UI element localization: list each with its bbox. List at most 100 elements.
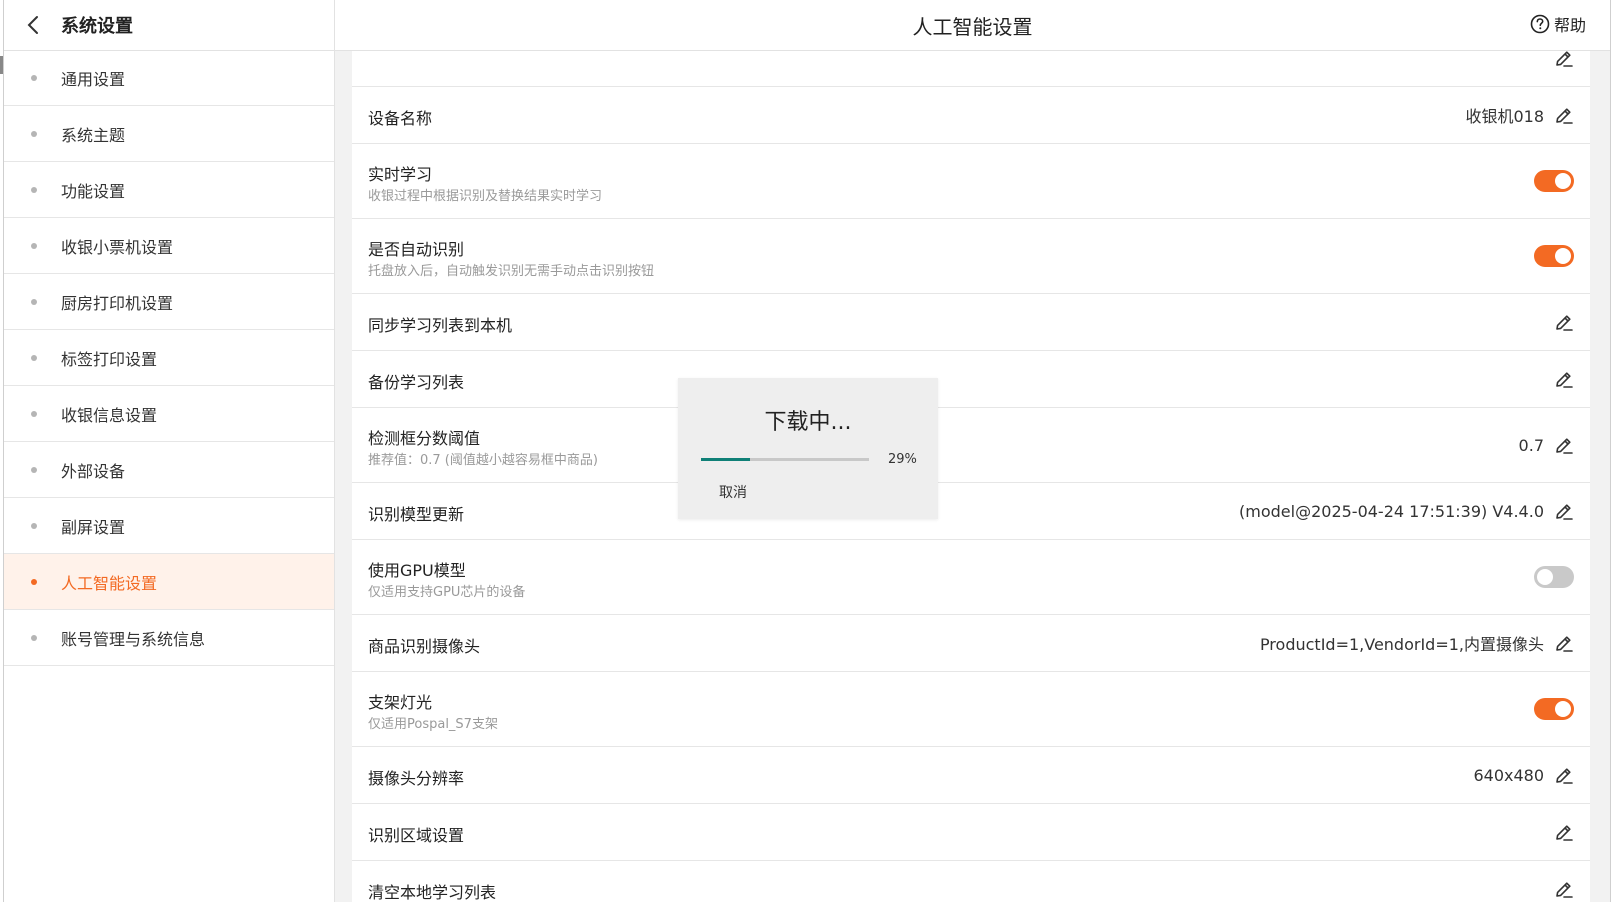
bullet-icon [31,355,37,361]
download-progress-bar [701,458,869,461]
sidebar-item-label: 副屏设置 [61,517,126,537]
settings-row[interactable]: 识别模型更新 (model@2025-04-24 17:51:39) V4.4.0 [352,483,1590,540]
settings-row[interactable]: 同步学习列表到本机 [352,294,1590,351]
settings-row[interactable]: 实时学习收银过程中根据识别及替换结果实时学习 [352,144,1590,219]
settings-row[interactable]: 识别区域设置 [352,804,1590,861]
back-button[interactable] [19,11,47,39]
pencil-icon[interactable] [1554,765,1574,785]
setting-title: 是否自动识别 [368,240,465,259]
sidebar-item-label: 厨房打印机设置 [61,293,174,313]
setting-controls [1554,294,1574,350]
cancel-button[interactable]: 取消 [719,482,747,502]
bullet-icon [31,243,37,249]
bullet-icon [31,187,37,193]
setting-title: 实时学习 [368,165,433,184]
sidebar-item-label: 功能设置 [61,181,126,201]
setting-value: 收银机018 [1465,107,1544,126]
bullet-icon [31,75,37,81]
download-progress-label: 29% [888,452,917,467]
sidebar-title: 系统设置 [61,16,133,37]
help-button[interactable]: 帮助 [1530,12,1586,36]
pencil-icon[interactable] [1554,501,1574,521]
download-dialog: 下载中... 29% 取消 [678,378,938,519]
setting-description: 推荐值：0.7 (阈值越小越容易框中商品) [368,453,598,468]
setting-title: 同步学习列表到本机 [368,316,513,335]
sidebar-item-label: 收银小票机设置 [61,237,174,257]
settings-row[interactable]: 商品识别摄像头 ProductId=1,VendorId=1,内置摄像头 [352,615,1590,672]
settings-content: 设备名称 收银机018 实时学习收银过程中根据识别及替换结果实时学习是否自动识别托盘… [335,50,1610,902]
settings-sidebar: 通用设置系统主题功能设置收银小票机设置 厨房打印机设置 标签打印设置 收银信息设置外部… [4,50,335,902]
settings-row[interactable]: 设备名称 收银机018 [352,87,1590,144]
bullet-icon [31,467,37,473]
setting-title: 检测框分数阈值 [368,429,481,448]
download-progress-fill [701,458,750,461]
settings-row[interactable] [352,50,1590,87]
bullet-icon [31,523,37,529]
page-title: 人工智能设置 [912,15,1033,39]
setting-description: 收银过程中根据识别及替换结果实时学习 [368,189,603,204]
sidebar-item-label: 通用设置 [61,69,126,89]
sidebar-item[interactable]: 系统主题 [4,106,334,162]
setting-toggle[interactable] [1534,245,1574,267]
setting-title: 识别区域设置 [368,826,465,845]
pencil-icon[interactable] [1554,435,1574,455]
sidebar-item[interactable]: 通用设置 [4,50,334,106]
bullet-icon [31,579,37,585]
setting-toggle[interactable] [1534,566,1574,588]
app-window: 系统设置 人工智能设置 帮助 通用设置系统主题功能设置收银小票机设置 厨房打印机设… [3,0,1611,902]
setting-title: 商品识别摄像头 [368,637,481,656]
setting-controls [1534,144,1574,218]
pencil-icon[interactable] [1554,105,1574,125]
setting-controls [1554,351,1574,407]
setting-controls: ProductId=1,VendorId=1,内置摄像头 [1260,615,1574,671]
pencil-icon[interactable] [1554,312,1574,332]
sidebar-item[interactable]: 收银小票机设置 [4,218,334,274]
pencil-icon[interactable] [1554,50,1574,68]
setting-title: 设备名称 [368,109,433,128]
settings-row[interactable]: 备份学习列表 [352,351,1590,408]
setting-controls [1534,540,1574,614]
sidebar-menu: 通用设置系统主题功能设置收银小票机设置 厨房打印机设置 标签打印设置 收银信息设置外部… [4,50,334,666]
setting-title: 备份学习列表 [368,373,465,392]
setting-controls: 640x480 [1473,747,1574,803]
sidebar-item[interactable]: 功能设置 [4,162,334,218]
settings-row[interactable]: 使用GPU模型 仅适用支持GPU芯片的设备 [352,540,1590,615]
setting-title: 清空本地学习列表 [368,883,497,902]
setting-controls [1554,804,1574,860]
setting-controls [1534,672,1574,746]
sidebar-item[interactable]: 账号管理与系统信息 [4,610,334,666]
setting-title: 支架灯光 [368,693,433,712]
setting-toggle[interactable] [1534,170,1574,192]
settings-row[interactable]: 摄像头分辨率 640x480 [352,747,1590,804]
sidebar-item-label: 收银信息设置 [61,405,158,425]
pencil-icon[interactable] [1554,879,1574,899]
setting-toggle[interactable] [1534,698,1574,720]
help-label: 帮助 [1553,16,1586,35]
setting-title: 摄像头分辨率 [368,769,465,788]
settings-row[interactable]: 清空本地学习列表 [352,861,1590,902]
sidebar-item[interactable]: 副屏设置 [4,498,334,554]
question-circle-icon [1530,14,1550,34]
settings-row[interactable]: 支架灯光 仅适用Pospal_S7支架 [352,672,1590,747]
sidebar-item[interactable]: 外部设备 [4,442,334,498]
setting-controls: 收银机018 [1465,87,1574,143]
toggle-knob [1555,173,1571,189]
settings-row[interactable]: 检测框分数阈值推荐值：0.7 (阈值越小越容易框中商品) 0.7 [352,408,1590,483]
settings-row[interactable]: 是否自动识别托盘放入后，自动触发识别无需手动点击识别按钮 [352,219,1590,294]
sidebar-item[interactable]: 人工智能设置 [4,554,334,610]
toggle-knob [1555,248,1571,264]
toggle-knob [1537,569,1553,585]
pencil-icon[interactable] [1554,369,1574,389]
toggle-knob [1555,701,1571,717]
pencil-icon[interactable] [1554,633,1574,653]
setting-controls: 0.7 [1519,408,1574,482]
setting-controls [1554,50,1574,86]
sidebar-item[interactable]: 标签打印设置 [4,330,334,386]
setting-description: 托盘放入后，自动触发识别无需手动点击识别按钮 [368,264,655,279]
bullet-icon [31,299,37,305]
pencil-icon[interactable] [1554,822,1574,842]
sidebar-item-label: 标签打印设置 [61,349,158,369]
dialog-title: 下载中... [764,410,852,435]
sidebar-item[interactable]: 收银信息设置 [4,386,334,442]
sidebar-item[interactable]: 厨房打印机设置 [4,274,334,330]
